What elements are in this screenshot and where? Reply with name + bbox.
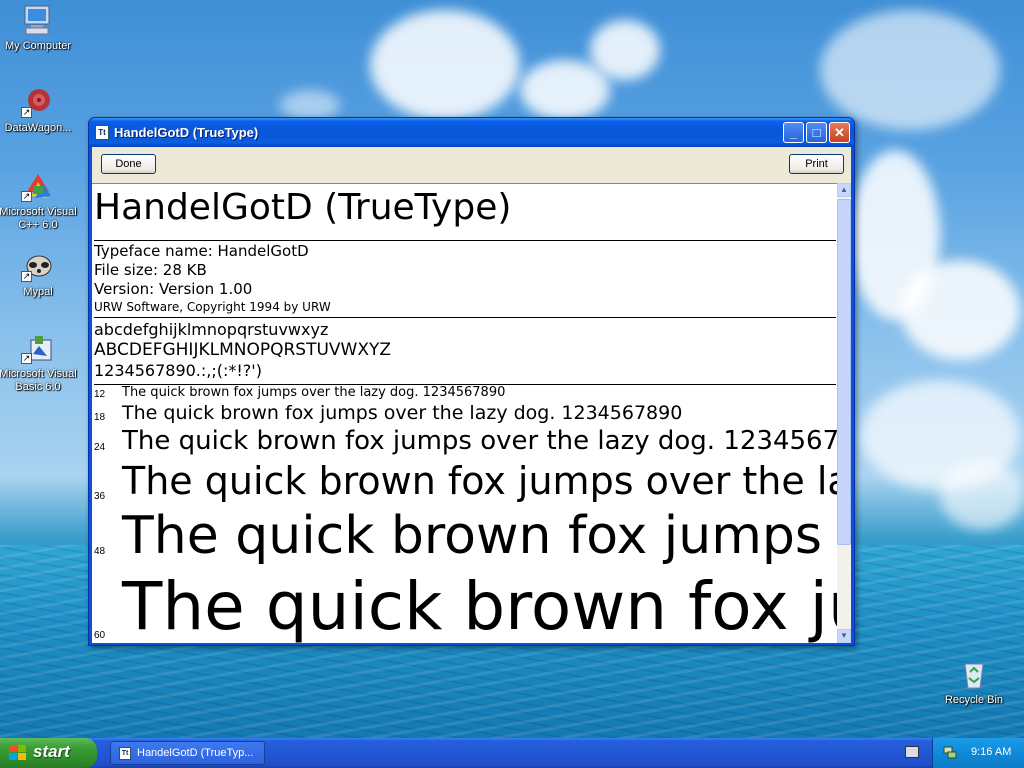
desktop-icon-datawagon[interactable]: ↗ DataWagon...	[0, 86, 78, 135]
typeface-name: Typeface name: HandelGotD	[94, 242, 309, 260]
visual-cpp-icon: ↗	[21, 170, 55, 202]
font-viewer-window: Tt HandelGotD (TrueType) _ □ ✕ Done Prin…	[88, 117, 855, 646]
done-button[interactable]: Done	[101, 154, 156, 174]
network-icon[interactable]	[943, 746, 957, 759]
sample-size-label: 36	[94, 491, 106, 502]
desktop-icon-my-computer[interactable]: My Computer	[0, 4, 78, 53]
desktop-icon-label: Recycle Bin	[944, 694, 1004, 706]
taskbar-button-font-viewer[interactable]: Tt HandelGotD (TrueTyp...	[110, 741, 265, 765]
shortcut-arrow-icon: ↗	[21, 353, 32, 364]
scroll-thumb[interactable]	[837, 199, 851, 545]
keyboard-icon[interactable]	[905, 746, 919, 758]
sample-text: The quick brown fox jumps over the lazy …	[122, 568, 837, 643]
close-button[interactable]: ✕	[829, 122, 850, 143]
sample-text: The quick brown fox jumps over the lazy …	[122, 402, 683, 424]
file-size: File size: 28 KB	[94, 261, 207, 279]
font-name-heading: HandelGotD (TrueType)	[94, 187, 512, 228]
desktop-icon-recycle-bin[interactable]: Recycle Bin	[934, 658, 1014, 707]
desktop-icon-label: DataWagon...	[4, 122, 72, 134]
maximize-button[interactable]: □	[806, 122, 827, 143]
desktop-icon-label: Microsoft Visual Basic 6.0	[0, 368, 77, 393]
recycle-bin-icon	[957, 658, 991, 690]
sample-size-label: 24	[94, 442, 106, 453]
desktop-icon-visual-cpp[interactable]: ↗ Microsoft Visual C++ 6.0	[0, 170, 78, 232]
system-tray: 9:16 AM	[932, 738, 1024, 768]
taskbar-button-label: HandelGotD (TrueTyp...	[137, 747, 254, 759]
divider	[94, 317, 836, 318]
visual-basic-icon: ↗	[21, 332, 55, 364]
minimize-button[interactable]: _	[783, 122, 804, 143]
sample-size-label: 60	[94, 630, 106, 641]
sample-size-label: 48	[94, 546, 106, 557]
desktop-icon-label: Mypal	[23, 286, 53, 298]
clock[interactable]: 9:16 AM	[971, 746, 1011, 758]
datawagon-icon: ↗	[21, 86, 55, 118]
start-button[interactable]: start	[0, 738, 97, 768]
font-copyright: URW Software, Copyright 1994 by URW	[94, 300, 331, 314]
mypal-raccoon-icon: ↗	[21, 250, 55, 282]
sample-text: The quick brown fox jumps over the lazy …	[122, 459, 837, 503]
shortcut-arrow-icon: ↗	[21, 191, 32, 202]
start-label: start	[33, 742, 70, 761]
font-preview-pane: HandelGotD (TrueType) Typeface name: Han…	[92, 183, 837, 643]
sample-size-label: 12	[94, 389, 106, 400]
window-client-area: Done Print HandelGotD (TrueType) Typefac…	[92, 147, 851, 643]
font-file-icon: Tt	[95, 125, 109, 140]
window-title: HandelGotD (TrueType)	[114, 125, 259, 140]
scroll-down-arrow-icon[interactable]: ▼	[837, 629, 851, 643]
sample-text: The quick brown fox jumps over the lazy …	[122, 426, 837, 456]
computer-icon	[21, 4, 55, 36]
desktop-icon-label: My Computer	[4, 40, 72, 52]
font-file-icon: Tt	[119, 747, 131, 760]
sample-text: The quick brown fox jumps over the lazy …	[122, 506, 837, 566]
scroll-up-arrow-icon[interactable]: ▲	[837, 183, 851, 197]
shortcut-arrow-icon: ↗	[21, 271, 32, 282]
vertical-scrollbar[interactable]: ▲ ▼	[837, 183, 851, 643]
shortcut-arrow-icon: ↗	[21, 107, 32, 118]
desktop-icon-visual-basic[interactable]: ↗ Microsoft Visual Basic 6.0	[0, 332, 78, 394]
sample-size-label: 18	[94, 412, 106, 423]
font-version: Version: Version 1.00	[94, 280, 253, 298]
sample-text: The quick brown fox jumps over the lazy …	[122, 385, 506, 400]
lowercase-charset: abcdefghijklmnopqrstuvwxyz	[94, 320, 329, 339]
desktop-icon-label: Microsoft Visual C++ 6.0	[0, 206, 77, 231]
print-button[interactable]: Print	[789, 154, 844, 174]
digits-charset: 1234567890.:,;(:*!?')	[94, 361, 262, 380]
windows-logo-icon	[9, 745, 27, 761]
divider	[94, 240, 836, 241]
uppercase-charset: ABCDEFGHIJKLMNOPQRSTUVWXYZ	[94, 340, 392, 360]
taskbar: start Tt HandelGotD (TrueTyp... 9:16 AM	[0, 738, 1024, 768]
desktop-icon-mypal[interactable]: ↗ Mypal	[0, 250, 78, 299]
title-bar[interactable]: Tt HandelGotD (TrueType) _ □ ✕	[89, 118, 854, 147]
